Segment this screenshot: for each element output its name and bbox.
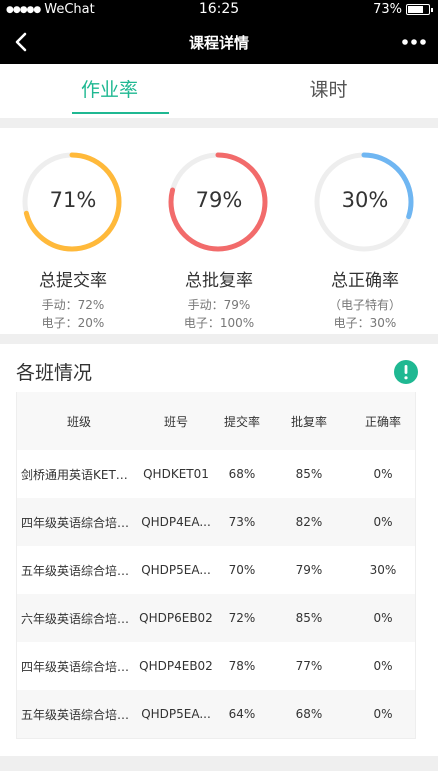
submission-rate: 68% <box>228 467 256 481</box>
class-code: QHDP5EA... <box>141 707 211 721</box>
active-tab-indicator <box>72 112 169 114</box>
tab-bar: 作业率 课时 <box>0 64 438 118</box>
stats-panel: 71% 总提交率 手动：72% 电子：20% 79% 总批复率 手动：79% 电… <box>0 128 438 334</box>
class-section: 各班情况 班级 班号 提交率 批复率 正确率 剑桥通用英语KET冲... QHD… <box>0 344 438 756</box>
page-title: 课程详情 <box>188 34 249 52</box>
reply-rate: 85% <box>295 467 323 481</box>
accuracy-rate: 0% <box>373 659 393 673</box>
header-accuracy: 正确率 <box>364 414 401 429</box>
submission-rate-value: 71% <box>49 188 97 212</box>
accuracy-note: （电子特有） <box>328 298 401 312</box>
accuracy-rate: 30% <box>369 563 397 577</box>
submission-manual: 手动：72% <box>41 298 105 312</box>
submission-electronic: 电子：20% <box>41 316 105 330</box>
table-row[interactable]: 四年级英语综合培优... QHDP4EA... 73% 82% 0% <box>17 498 415 546</box>
reply-rate: 82% <box>295 515 323 529</box>
accuracy-rate: 0% <box>373 707 393 721</box>
table-row[interactable]: 五年级英语综合培优... QHDP5EA... 64% 68% 0% <box>17 690 415 738</box>
table-header: 班级 班号 提交率 批复率 正确率 <box>17 392 415 450</box>
accuracy-rate-value: 30% <box>341 188 389 212</box>
reply-electronic: 电子：100% <box>183 316 255 330</box>
stat-accuracy: 30% 总正确率 （电子特有） 电子：30% <box>292 128 438 334</box>
section-title: 各班情况 <box>16 362 93 384</box>
reply-rate: 79% <box>295 563 323 577</box>
reply-rate-label: 总批复率 <box>185 271 253 291</box>
reply-rate: 85% <box>295 611 323 625</box>
class-name: 四年级英语综合培优... <box>21 659 137 674</box>
battery-icon <box>406 4 433 15</box>
reply-rate-value: 79% <box>195 188 243 212</box>
reply-rate: 77% <box>295 659 323 673</box>
class-code: QHDP6EB02 <box>139 611 213 625</box>
accuracy-rate: 0% <box>373 611 393 625</box>
accuracy-electronic: 电子：30% <box>333 316 397 330</box>
submission-rate: 78% <box>228 659 256 673</box>
class-code: QHDP4EB02 <box>139 659 213 673</box>
stat-reply: 79% 总批复率 手动：79% 电子：100% <box>146 128 292 334</box>
tab-class-hours[interactable]: 课时 <box>219 64 438 118</box>
accuracy-rate: 0% <box>373 515 393 529</box>
class-name: 五年级英语综合培优... <box>21 563 137 578</box>
battery-percent: 73% <box>373 2 402 17</box>
table-row[interactable]: 五年级英语综合培优... QHDP5EA... 70% 79% 30% <box>17 546 415 594</box>
class-name: 五年级英语综合培优... <box>21 707 137 722</box>
class-name: 剑桥通用英语KET冲... <box>21 467 137 482</box>
class-code: QHDP5EA... <box>141 563 211 577</box>
table-row[interactable]: 剑桥通用英语KET冲... QHDKET01 68% 85% 0% <box>17 450 415 498</box>
info-icon[interactable] <box>394 360 418 384</box>
submission-rate: 64% <box>228 707 256 721</box>
accuracy-rate: 0% <box>373 467 393 481</box>
header-class: 班级 <box>66 414 91 429</box>
accuracy-rate-label: 总正确率 <box>331 271 399 291</box>
tab-homework-rate[interactable]: 作业率 <box>0 64 219 118</box>
class-code: QHDP4EA... <box>141 515 211 529</box>
table-row[interactable]: 六年级英语综合培优... QHDP6EB02 72% 85% 0% <box>17 594 415 642</box>
submission-rate: 73% <box>228 515 256 529</box>
more-options-icon[interactable] <box>400 32 428 52</box>
submission-rate: 72% <box>228 611 256 625</box>
class-code: QHDKET01 <box>143 467 209 481</box>
header-reply: 批复率 <box>290 414 327 429</box>
class-name: 四年级英语综合培优... <box>21 515 137 530</box>
header-class-code: 班号 <box>163 414 188 429</box>
stat-submission: 71% 总提交率 手动：72% 电子：20% <box>0 128 146 334</box>
submission-rate: 70% <box>228 563 256 577</box>
reply-rate: 68% <box>295 707 323 721</box>
battery-status: 73% <box>373 2 433 17</box>
submission-rate-label: 总提交率 <box>39 271 107 291</box>
class-name: 六年级英语综合培优... <box>21 611 137 626</box>
table-row[interactable]: 四年级英语综合培优... QHDP4EB02 78% 77% 0% <box>17 642 415 690</box>
reply-manual: 手动：79% <box>187 298 251 312</box>
nav-bar: 课程详情 <box>0 20 438 64</box>
class-table: 班级 班号 提交率 批复率 正确率 剑桥通用英语KET冲... QHDKET01… <box>16 392 416 739</box>
status-bar: ●●●●● WeChat 16:25 73% <box>0 0 438 20</box>
header-submission: 提交率 <box>223 414 260 429</box>
